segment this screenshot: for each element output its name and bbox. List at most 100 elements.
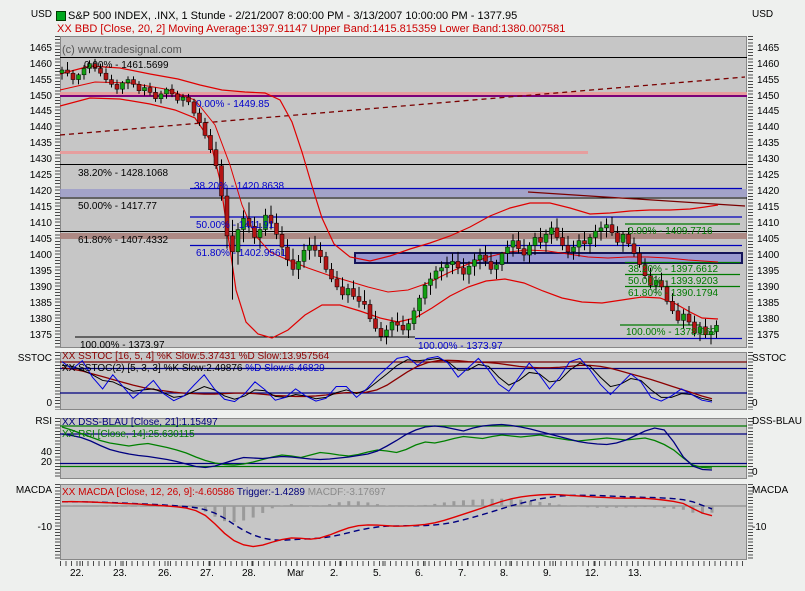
right-panel-label--10: -10 [752,522,766,533]
time-axis-label: 7. [458,568,466,579]
left-dss-ticks [55,418,60,479]
left-price-label: 1375 [4,330,52,341]
fib-label-black: 38.20% - 1428.1068 [78,168,168,179]
right-panel-label-macda: MACDA [752,485,788,496]
right-panel-label-0: 0 [752,398,758,409]
left-price-label: 1410 [4,218,52,229]
left-price-label: 1395 [4,266,52,277]
left-price-label: 1405 [4,234,52,245]
left-axis-unit: USD [4,9,52,20]
left-price-label: 1460 [4,59,52,70]
left-price-label: 1390 [4,282,52,293]
left-panel-label--10: -10 [4,522,52,533]
sstoc2-blue-part: %D Slow:6.46829 [245,363,325,374]
right-price-label: 1430 [757,154,779,165]
left-panel-label-rsi: RSI [4,416,52,427]
bbd-indicator-label[interactable]: XX BBD [Close, 20, 2] Moving Average:139… [57,23,565,35]
time-axis-label: 12. [585,568,599,579]
fib-label-blue: 100.00% - 1373.97 [418,341,503,352]
left-price-label: 1415 [4,202,52,213]
left-price-label: 1430 [4,154,52,165]
charting-app-window: S&P 500 INDEX, .INX, 1 Stunde - 2/21/200… [0,0,805,591]
time-axis-label: 9. [543,568,551,579]
right-price-label: 1440 [757,122,779,133]
right-price-label: 1450 [757,91,779,102]
chart-title: S&P 500 INDEX, .INX, 1 Stunde - 2/21/200… [68,10,517,22]
fib-label-green: 50.00% - 1393.9203 [628,276,718,287]
left-panel-label-sstoc: SSTOC [4,353,52,364]
time-axis-label: 22. [70,568,84,579]
left-macda-ticks [55,484,60,560]
fib-label-green: 61.80% - 1390.1794 [628,288,718,299]
time-axis-label: 13. [628,568,642,579]
left-price-label: 1385 [4,298,52,309]
right-price-label: 1395 [757,266,779,277]
left-price-label: 1440 [4,122,52,133]
fib-label-blue: 61.80% - 1402.9561 [196,248,286,259]
left-price-label: 1465 [4,43,52,54]
time-axis-label: 6. [415,568,423,579]
fib-label-blue: 50.00% - 1411.91 [196,220,274,231]
right-price-label: 1405 [757,234,779,245]
right-price-label: 1435 [757,138,779,149]
sstoc-title-1[interactable]: XX SSTOC [16, 5, 4] %K Slow:5.37431 %D S… [62,351,329,362]
left-price-label: 1380 [4,314,52,325]
left-panel-label-0: 0 [4,398,52,409]
fib-label-blue: 0.00% - 1449.85 [196,99,269,110]
fib-label-green: 0.00% - 1409.7716 [628,226,713,237]
time-axis-label: 2. [330,568,338,579]
main-price-panel[interactable] [60,36,747,348]
instrument-icon [56,11,66,21]
left-price-label: 1400 [4,250,52,261]
left-panel-label-20: 20 [4,457,52,468]
macda-value-part: XX MACDA [Close, 12, 26, 9]:-4.60586 [62,487,237,498]
right-price-label: 1460 [757,59,779,70]
left-price-label: 1425 [4,170,52,181]
right-price-ticks [748,36,753,348]
macda-macdf-part: MACDF:-3.17697 [308,487,386,498]
fib-label-black: 0.00% - 1461.5699 [84,60,169,71]
left-sstoc-ticks [55,352,60,410]
macda-title[interactable]: XX MACDA [Close, 12, 26, 9]:-4.60586 Tri… [62,487,386,498]
fib-label-black: 61.80% - 1407.4332 [78,235,168,246]
left-price-label: 1445 [4,106,52,117]
rsi-title[interactable]: XX RSI [Close, 14]:25.630115 [62,429,195,440]
left-price-label: 1420 [4,186,52,197]
right-panel-label-sstoc: SSTOC [752,353,786,364]
right-price-label: 1390 [757,282,779,293]
sstoc2-black-part: XX SSTOC(2) [5, 3, 3] %K Slow:2.49876 [62,363,245,374]
right-price-label: 1410 [757,218,779,229]
right-price-label: 1415 [757,202,779,213]
time-axis-ticks [60,561,747,566]
fib-label-black: 50.00% - 1417.77 [78,201,157,212]
left-price-label: 1450 [4,91,52,102]
right-price-label: 1385 [757,298,779,309]
time-axis-label: 8. [500,568,508,579]
watermark: (c) www.tradesignal.com [62,45,182,56]
left-price-ticks [55,36,60,348]
fib-label-green: 38.20% - 1397.6612 [628,264,718,275]
right-price-label: 1380 [757,314,779,325]
right-price-label: 1425 [757,170,779,181]
time-axis-label: 5. [373,568,381,579]
right-price-label: 1375 [757,330,779,341]
left-price-label: 1435 [4,138,52,149]
fib-label-blue: 38.20% - 1420.8638 [194,181,284,192]
fib-label-green: 100.00% - 1378.069 [626,327,716,338]
right-price-label: 1465 [757,43,779,54]
sstoc-title-2[interactable]: XX SSTOC(2) [5, 3, 3] %K Slow:2.49876 %D… [62,363,325,374]
right-price-label: 1400 [757,250,779,261]
time-axis-label: 26. [158,568,172,579]
right-panel-label-0: 0 [752,467,758,478]
right-price-label: 1445 [757,106,779,117]
dss-blau-title[interactable]: XX DSS-BLAU [Close, 21]:1.15497 [62,417,218,428]
macda-trigger-part: Trigger:-1.4289 [237,487,308,498]
right-panel-label-dss-blau: DSS-BLAU [752,416,802,427]
time-axis-label: 23. [113,568,127,579]
left-price-label: 1455 [4,75,52,86]
left-panel-label-macda: MACDA [4,485,52,496]
time-axis-label: Mar [287,568,304,579]
right-price-label: 1420 [757,186,779,197]
right-price-label: 1455 [757,75,779,86]
time-axis-label: 28. [242,568,256,579]
